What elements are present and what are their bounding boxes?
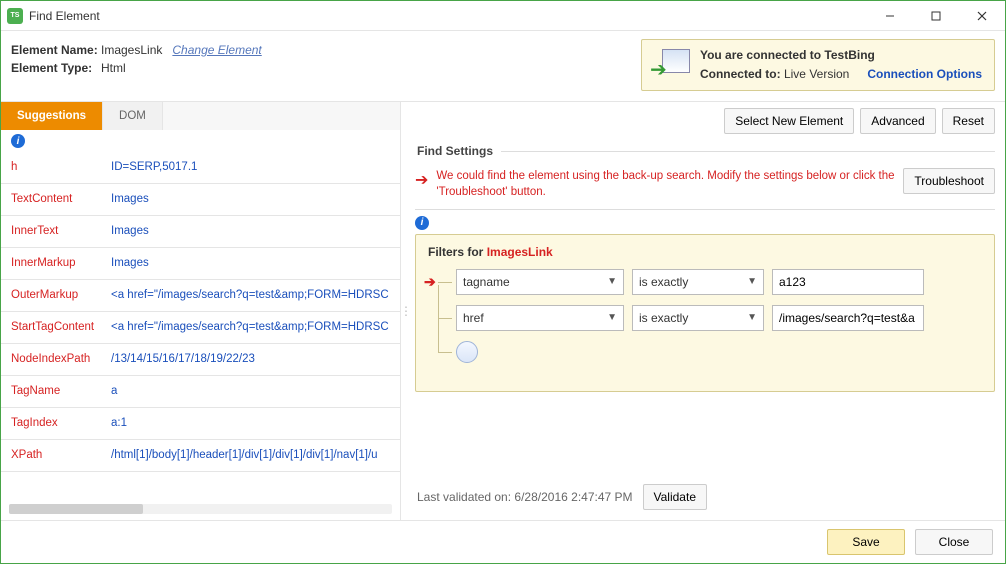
suggestion-key: TextContent (11, 192, 111, 207)
suggestion-key: h (11, 160, 111, 175)
horizontal-scrollbar[interactable] (9, 504, 392, 514)
close-window-button[interactable] (959, 1, 1005, 31)
find-settings-header: Find Settings (415, 140, 495, 162)
filter-operator-select[interactable]: is exactly▼ (632, 269, 764, 295)
filter-attribute-select[interactable]: href▼ (456, 305, 624, 331)
suggestion-key: InnerMarkup (11, 256, 111, 271)
filter-add-row (456, 341, 982, 363)
filters-title: Filters for ImagesLink (428, 245, 982, 259)
window-controls (867, 1, 1005, 31)
table-row[interactable]: XPath/html[1]/body[1]/header[1]/div[1]/d… (1, 440, 400, 472)
suggestion-value: Images (111, 256, 390, 271)
filter-lead-arrow-icon: ➔ (424, 273, 436, 290)
suggestion-value: /13/14/15/16/17/18/19/22/23 (111, 352, 390, 367)
validate-button[interactable]: Validate (643, 484, 707, 510)
header-info: Element Name: ImagesLink Change Element … (1, 31, 1005, 101)
info-icon[interactable]: i (11, 134, 25, 148)
table-row[interactable]: StartTagContent<a href="/images/search?q… (1, 312, 400, 344)
troubleshoot-button[interactable]: Troubleshoot (903, 168, 995, 194)
select-new-element-button[interactable]: Select New Element (724, 108, 854, 134)
last-validated-label: Last validated on: (417, 490, 511, 504)
table-row[interactable]: OuterMarkup<a href="/images/search?q=tes… (1, 280, 400, 312)
suggestion-value: <a href="/images/search?q=test&amp;FORM=… (111, 288, 390, 303)
suggestion-key: XPath (11, 448, 111, 463)
change-element-link[interactable]: Change Element (172, 43, 261, 57)
footer: Save Close (1, 520, 1005, 563)
suggestion-key: TagName (11, 384, 111, 399)
filter-value-input[interactable] (772, 305, 924, 331)
filter-row: href▼ is exactly▼ (456, 305, 982, 331)
table-row[interactable]: NodeIndexPath/13/14/15/16/17/18/19/22/23 (1, 344, 400, 376)
app-icon: TS (7, 8, 23, 24)
suggestion-value: ID=SERP,5017.1 (111, 160, 390, 175)
suggestion-value: Images (111, 192, 390, 207)
suggestions-table: hID=SERP,5017.1TextContentImagesInnerTex… (1, 152, 400, 502)
maximize-button[interactable] (913, 1, 959, 31)
tab-dom[interactable]: DOM (103, 102, 163, 130)
suggestion-value: /html[1]/body[1]/header[1]/div[1]/div[1]… (111, 448, 390, 463)
table-row[interactable]: InnerMarkupImages (1, 248, 400, 280)
connection-options-link[interactable]: Connection Options (867, 65, 982, 84)
filter-operator-select[interactable]: is exactly▼ (632, 305, 764, 331)
tabs: Suggestions DOM (1, 102, 400, 130)
close-button[interactable]: Close (915, 529, 993, 555)
table-row[interactable]: InnerTextImages (1, 216, 400, 248)
suggestion-key: TagIndex (11, 416, 111, 431)
save-button[interactable]: Save (827, 529, 905, 555)
suggestion-key: InnerText (11, 224, 111, 239)
table-row[interactable]: TagNamea (1, 376, 400, 408)
suggestion-value: Images (111, 224, 390, 239)
warning-text: We could find the element using the back… (436, 168, 895, 200)
suggestion-key: StartTagContent (11, 320, 111, 335)
titlebar: TS Find Element (1, 1, 1005, 31)
element-type-value: Html (101, 61, 126, 75)
warning-arrow-icon: ➔ (415, 168, 428, 190)
filter-value-input[interactable] (772, 269, 924, 295)
reset-button[interactable]: Reset (942, 108, 995, 134)
right-panel: Select New Element Advanced Reset Find S… (411, 102, 1005, 520)
filter-row: ➔tagname▼is exactly▼ (456, 269, 982, 295)
table-row[interactable]: TagIndexa:1 (1, 408, 400, 440)
suggestion-value: a (111, 384, 390, 399)
filters-panel: Filters for ImagesLink ➔ tagname▼ is exact… (415, 234, 995, 392)
suggestion-value: a:1 (111, 416, 390, 431)
element-name-label: Element Name: (11, 43, 101, 57)
pane-splitter[interactable]: ⋮ (401, 102, 411, 520)
element-type-label: Element Type: (11, 61, 101, 75)
suggestion-key: NodeIndexPath (11, 352, 111, 367)
suggestion-value: <a href="/images/search?q=test&amp;FORM=… (111, 320, 390, 335)
validate-row: Last validated on: 6/28/2016 2:47:47 PM … (415, 462, 995, 514)
table-row[interactable]: hID=SERP,5017.1 (1, 152, 400, 184)
filter-attribute-select[interactable]: tagname▼ (456, 269, 624, 295)
window-title: Find Element (29, 9, 100, 23)
table-row[interactable]: TextContentImages (1, 184, 400, 216)
left-panel: Suggestions DOM i hID=SERP,5017.1TextCon… (1, 102, 401, 520)
connected-to-value: Live Version (784, 67, 849, 81)
add-filter-button[interactable] (456, 341, 478, 363)
connected-to-label: Connected to: (700, 67, 781, 81)
connection-icon: ➔ (650, 47, 690, 83)
advanced-button[interactable]: Advanced (860, 108, 935, 134)
find-element-window: TS Find Element Element Name: ImagesLink… (0, 0, 1006, 564)
info-icon[interactable]: i (415, 216, 429, 230)
connection-panel: ➔ You are connected to TestBing Connecte… (641, 39, 995, 91)
suggestion-key: OuterMarkup (11, 288, 111, 303)
warning-row: ➔ We could find the element using the ba… (415, 168, 995, 200)
tab-suggestions[interactable]: Suggestions (1, 102, 103, 130)
connection-status: You are connected to TestBing (700, 46, 982, 65)
last-validated-value: 6/28/2016 2:47:47 PM (514, 490, 632, 504)
minimize-button[interactable] (867, 1, 913, 31)
element-name-value: ImagesLink (101, 43, 162, 57)
